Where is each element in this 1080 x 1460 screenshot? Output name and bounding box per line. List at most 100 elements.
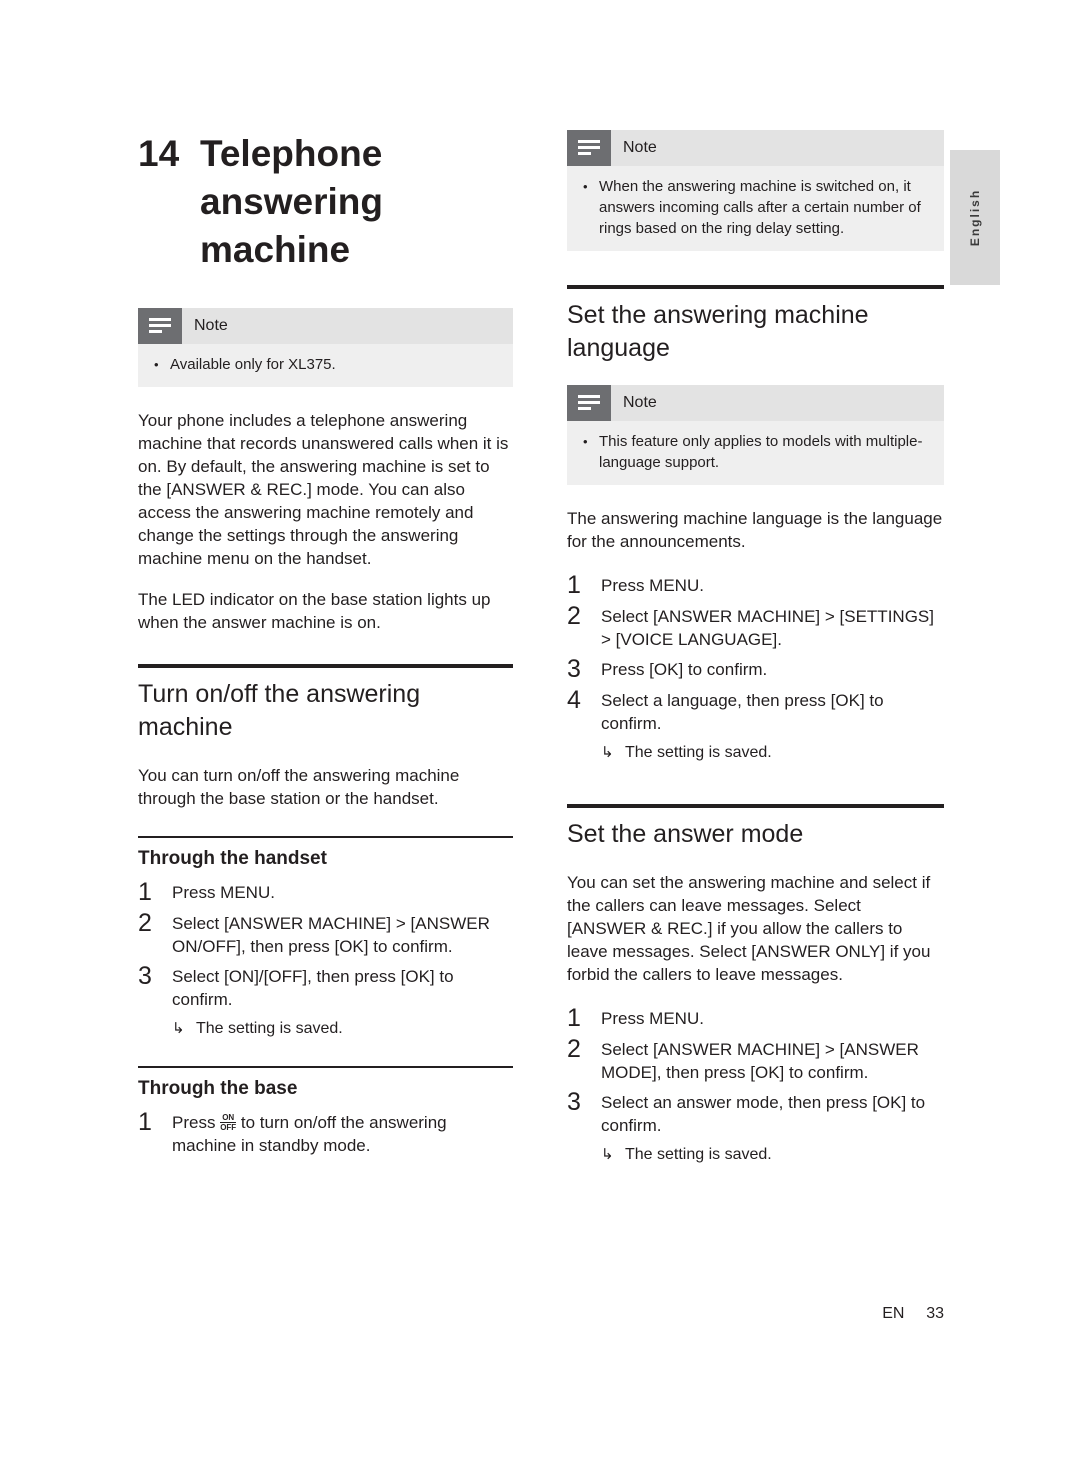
step-number: 1 [138, 878, 152, 906]
base-steps-list: 1 Press ON OFF to turn on/off the answeri… [138, 1108, 513, 1157]
step-result: ↳ The setting is saved. [172, 1017, 513, 1040]
language-intro: The answering machine language is the la… [567, 509, 943, 551]
note-header: Note [138, 308, 513, 344]
answer-mode-steps-list: 1 Press MENU. 2 Select [ANSWER MACHINE] … [567, 1004, 944, 1137]
section-rule [567, 804, 944, 808]
section-turn-onoff: Turn on/off the answering machine [138, 664, 513, 744]
icon-label-off: OFF [220, 1122, 237, 1132]
footer-spacer [567, 1305, 882, 1323]
list-item: 3 Press [OK] to confirm. [567, 655, 944, 682]
footer-page-number: 33 [926, 1305, 944, 1322]
note-item: • When the answering machine is switched… [583, 176, 928, 239]
subsection-title: Through the base [138, 1078, 298, 1099]
step-number: 3 [567, 1088, 581, 1116]
note-header: Note [567, 385, 944, 421]
step-number: 1 [567, 1004, 581, 1032]
step-number: 3 [567, 655, 581, 683]
list-item: 3 Select an answer mode, then press [OK]… [567, 1088, 944, 1137]
list-item: 1 Press MENU. [567, 1004, 944, 1031]
step-number: 1 [138, 1108, 152, 1136]
list-item: 1 Press MENU. [138, 878, 513, 905]
note-item: • Available only for XL375. [154, 354, 497, 375]
list-item: 1 Press MENU. [567, 571, 944, 598]
turn-onoff-intro: You can turn on/off the answering machin… [138, 766, 460, 808]
step-text: Press [OK] to confirm. [601, 660, 768, 679]
result-text: The setting is saved. [196, 1020, 343, 1037]
manual-page: English 14 Telephone answering machine N… [0, 0, 1080, 1460]
subsection-rule [138, 836, 513, 838]
note-icon [567, 130, 611, 166]
bullet-icon: • [583, 434, 588, 449]
right-column: Note • When the answering machine is swi… [567, 130, 944, 1166]
step-text: Select [ANSWER MACHINE] > [SETTINGS] > [… [601, 607, 934, 649]
arrow-icon: ↳ [601, 744, 614, 761]
chapter-title: Telephone answering machine [200, 133, 383, 270]
answering-machine-onoff-icon: ON OFF [220, 1113, 237, 1132]
bullet-icon: • [583, 179, 588, 194]
step-text: Select [ON]/[OFF], then press [OK] to co… [172, 967, 454, 1009]
left-column: 14 Telephone answering machine Note • Av… [138, 130, 513, 1163]
step-text: Select [ANSWER MACHINE] > [ANSWER MODE],… [601, 1040, 919, 1082]
step-number: 3 [138, 962, 152, 990]
step-text: Select a language, then press [OK] to co… [601, 691, 884, 733]
language-steps-list: 1 Press MENU. 2 Select [ANSWER MACHINE] … [567, 571, 944, 735]
note-body: • Available only for XL375. [138, 344, 513, 387]
list-item: 3 Select [ON]/[OFF], then press [OK] to … [138, 962, 513, 1011]
note-label: Note [194, 317, 228, 334]
language-side-tab: English [950, 150, 1000, 285]
note-item: • This feature only applies to models wi… [583, 431, 928, 473]
note-body: • When the answering machine is switched… [567, 166, 944, 251]
step-text-prefix: Press [172, 1113, 221, 1132]
footer-language: EN [882, 1305, 905, 1322]
step-text: Press MENU. [601, 576, 704, 595]
step-text: Press ON OFF to turn on/off the answering… [172, 1108, 513, 1157]
chapter-number: 14 [138, 133, 180, 174]
step-number: 2 [567, 1035, 581, 1063]
step-number: 4 [567, 686, 581, 714]
page-footer: EN 33 [567, 1305, 944, 1323]
list-item: 2 Select [ANSWER MACHINE] > [SETTINGS] >… [567, 602, 944, 651]
note-icon [567, 385, 611, 421]
arrow-icon: ↳ [601, 1146, 614, 1163]
intro-paragraph-2: The LED indicator on the base station li… [138, 590, 491, 632]
note-body: • This feature only applies to models wi… [567, 421, 944, 485]
step-text: Press MENU. [172, 883, 275, 902]
intro-paragraph-1: Your phone includes a telephone answerin… [138, 411, 509, 568]
step-number: 2 [138, 909, 152, 937]
note-box-language-support: Note • This feature only applies to mode… [567, 385, 944, 485]
note-text: When the answering machine is switched o… [599, 178, 921, 237]
section-set-language: Set the answering machine language [567, 285, 944, 365]
side-tab-label: English [968, 188, 982, 247]
note-text: Available only for XL375. [170, 356, 336, 373]
note-box-ring-delay: Note • When the answering machine is swi… [567, 130, 944, 251]
step-number: 2 [567, 602, 581, 630]
step-result: ↳ The setting is saved. [601, 1143, 944, 1166]
handset-steps-list: 1 Press MENU. 2 Select [ANSWER MACHINE] … [138, 878, 513, 1011]
note-header: Note [567, 130, 944, 166]
section-title: Set the answer mode [567, 820, 804, 848]
subsection-title: Through the handset [138, 848, 327, 869]
step-text: Press MENU. [601, 1009, 704, 1028]
list-item: 1 Press ON OFF to turn on/off the answeri… [138, 1108, 513, 1157]
note-text: This feature only applies to models with… [599, 433, 923, 471]
note-label: Note [623, 139, 657, 156]
subsection-through-base: Through the base [138, 1066, 513, 1102]
section-answer-mode: Set the answer mode [567, 804, 944, 851]
answer-mode-intro: You can set the answering machine and se… [567, 873, 931, 984]
arrow-icon: ↳ [172, 1020, 185, 1037]
result-text: The setting is saved. [625, 1146, 772, 1163]
note-icon [138, 308, 182, 344]
subsection-through-handset: Through the handset [138, 836, 513, 872]
bullet-icon: • [154, 357, 159, 372]
step-text: Select an answer mode, then press [OK] t… [601, 1093, 926, 1135]
result-text: The setting is saved. [625, 744, 772, 761]
section-rule [138, 664, 513, 668]
list-item: 2 Select [ANSWER MACHINE] > [ANSWER MODE… [567, 1035, 944, 1084]
icon-label-on: ON [222, 1113, 235, 1122]
note-box-availability: Note • Available only for XL375. [138, 308, 513, 387]
list-item: 2 Select [ANSWER MACHINE] > [ANSWER ON/O… [138, 909, 513, 958]
subsection-rule [138, 1066, 513, 1068]
step-text: Select [ANSWER MACHINE] > [ANSWER ON/OFF… [172, 914, 490, 956]
step-result: ↳ The setting is saved. [601, 741, 944, 764]
list-item: 4 Select a language, then press [OK] to … [567, 686, 944, 735]
